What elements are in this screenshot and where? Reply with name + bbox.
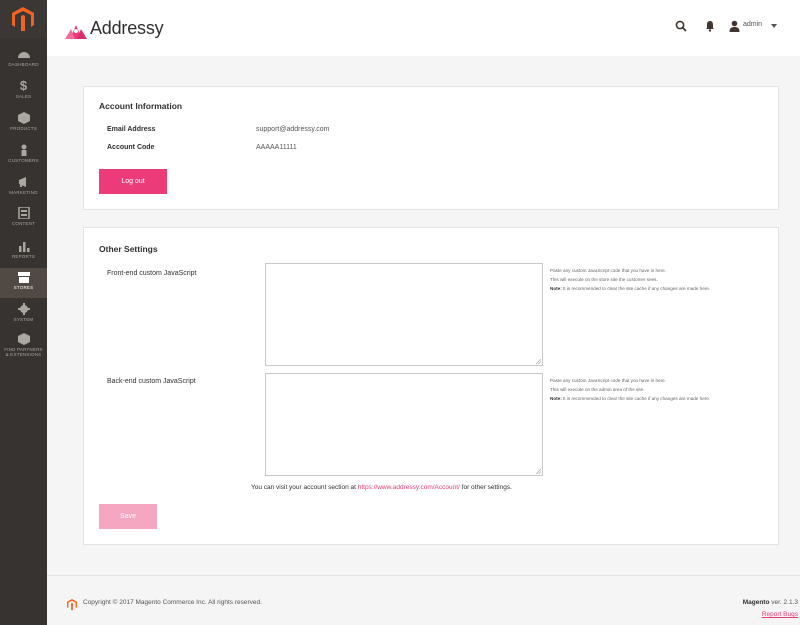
nav-label: STORES bbox=[13, 285, 34, 290]
nav-system[interactable]: SYSTEM bbox=[0, 303, 47, 333]
resize-grip-icon[interactable] bbox=[536, 359, 541, 364]
magento-logo[interactable] bbox=[0, 0, 47, 38]
main-content: Account Information Email Address suppor… bbox=[47, 56, 800, 575]
user-menu-label[interactable]: admin bbox=[743, 21, 762, 28]
account-code-label: Account Code bbox=[107, 144, 155, 151]
chevron-down-icon[interactable] bbox=[771, 24, 777, 28]
frontend-help-line-2: This will execute on the store site the … bbox=[550, 277, 658, 282]
version-number: ver. 2.1.3 bbox=[769, 599, 798, 606]
save-button[interactable]: Save bbox=[99, 504, 157, 529]
backend-js-textarea[interactable] bbox=[265, 373, 543, 476]
account-section-note: You can visit your account section at ht… bbox=[251, 484, 512, 491]
visit-prefix: You can visit your account section at bbox=[251, 484, 358, 491]
user-icon[interactable] bbox=[729, 20, 740, 32]
nav-marketing[interactable]: MARKETING bbox=[0, 176, 47, 206]
store-icon bbox=[17, 272, 30, 283]
nav-content[interactable]: CONTENT bbox=[0, 207, 47, 237]
frontend-js-textarea[interactable] bbox=[265, 263, 543, 366]
note-text: It is recommended to clear the site cach… bbox=[561, 396, 711, 401]
other-settings-card: Other Settings Front-end custom JavaScri… bbox=[83, 227, 779, 545]
magento-logo-icon bbox=[12, 7, 34, 31]
other-settings-title: Other Settings bbox=[99, 244, 158, 254]
version-bold: Magento bbox=[742, 599, 770, 606]
account-code-value: AAAAA11111 bbox=[256, 144, 297, 151]
search-icon[interactable] bbox=[675, 20, 687, 32]
addressy-logo-icon bbox=[65, 25, 87, 39]
backend-js-help: Paste any custom JavaScript code that yo… bbox=[550, 376, 752, 403]
backend-js-label: Back-end custom JavaScript bbox=[107, 378, 196, 385]
admin-sidebar: DASHBOARD $ SALES PRODUCTS CUSTOMERS MAR… bbox=[0, 0, 47, 625]
nav-label-2: & EXTENSIONS bbox=[5, 352, 42, 357]
nav-stores[interactable]: STORES bbox=[0, 268, 47, 298]
nav-label: CONTENT bbox=[11, 221, 36, 226]
nav-find-partners[interactable]: FIND PARTNERS & EXTENSIONS bbox=[0, 333, 47, 369]
resize-grip-icon[interactable] bbox=[536, 469, 541, 474]
logout-button[interactable]: Log out bbox=[99, 169, 167, 194]
page-header: Addressy admin bbox=[47, 0, 800, 56]
backend-help-line-1: Paste any custom JavaScript code that yo… bbox=[550, 378, 666, 383]
dollar-icon: $ bbox=[19, 78, 28, 93]
dashboard-icon bbox=[17, 52, 30, 58]
nav-customers[interactable]: CUSTOMERS bbox=[0, 144, 47, 174]
nav-label: MARKETING bbox=[9, 190, 38, 195]
nav-label: CUSTOMERS bbox=[8, 158, 39, 163]
nav-label: DASHBOARD bbox=[8, 62, 39, 67]
version-text: Magento ver. 2.1.3 bbox=[743, 599, 798, 606]
nav-label: PRODUCTS bbox=[10, 126, 37, 131]
brand-name[interactable]: Addressy bbox=[90, 18, 164, 39]
backend-help-line-2: This will execute on the admin area of t… bbox=[550, 387, 645, 392]
nav-label: REPORTS bbox=[11, 254, 36, 259]
account-information-title: Account Information bbox=[99, 101, 183, 111]
box-icon bbox=[17, 112, 30, 124]
note-text: It is recommended to clear the site cach… bbox=[561, 286, 711, 291]
email-address-label: Email Address bbox=[107, 126, 156, 133]
account-link[interactable]: https://www.addressy.com/Account/ bbox=[358, 484, 460, 491]
account-information-card: Account Information Email Address suppor… bbox=[83, 86, 779, 210]
nav-reports[interactable]: REPORTS bbox=[0, 240, 47, 270]
nav-dashboard[interactable]: DASHBOARD bbox=[0, 48, 47, 78]
backend-help-note: Note: It is recommended to clear the sit… bbox=[550, 394, 752, 403]
layout-icon bbox=[17, 207, 30, 219]
note-bold: Note: bbox=[550, 396, 562, 401]
nav-label: SALES bbox=[15, 94, 32, 99]
person-icon bbox=[21, 144, 26, 156]
frontend-js-label: Front-end custom JavaScript bbox=[107, 270, 197, 277]
copyright-text: Copyright © 2017 Magento Commerce Inc. A… bbox=[83, 599, 262, 606]
email-address-value: support@addressy.com bbox=[256, 126, 330, 133]
page-footer: Copyright © 2017 Magento Commerce Inc. A… bbox=[47, 575, 800, 625]
visit-suffix: for other settings. bbox=[459, 484, 512, 491]
gear-icon bbox=[17, 303, 30, 315]
bar-chart-icon bbox=[18, 242, 29, 252]
report-bugs-link[interactable]: Report Bugs bbox=[762, 611, 798, 618]
magento-footer-logo-icon bbox=[67, 599, 77, 610]
nav-products[interactable]: PRODUCTS bbox=[0, 112, 47, 142]
frontend-help-line-1: Paste any custom JavaScript code that yo… bbox=[550, 268, 666, 273]
frontend-js-help: Paste any custom JavaScript code that yo… bbox=[550, 266, 752, 293]
cube-icon bbox=[17, 333, 30, 345]
megaphone-icon bbox=[18, 177, 26, 187]
nav-sales[interactable]: $ SALES bbox=[0, 78, 47, 110]
bell-icon[interactable] bbox=[705, 20, 715, 32]
frontend-help-note: Note: It is recommended to clear the sit… bbox=[550, 284, 752, 293]
nav-label: SYSTEM bbox=[13, 317, 34, 322]
note-bold: Note: bbox=[550, 286, 562, 291]
